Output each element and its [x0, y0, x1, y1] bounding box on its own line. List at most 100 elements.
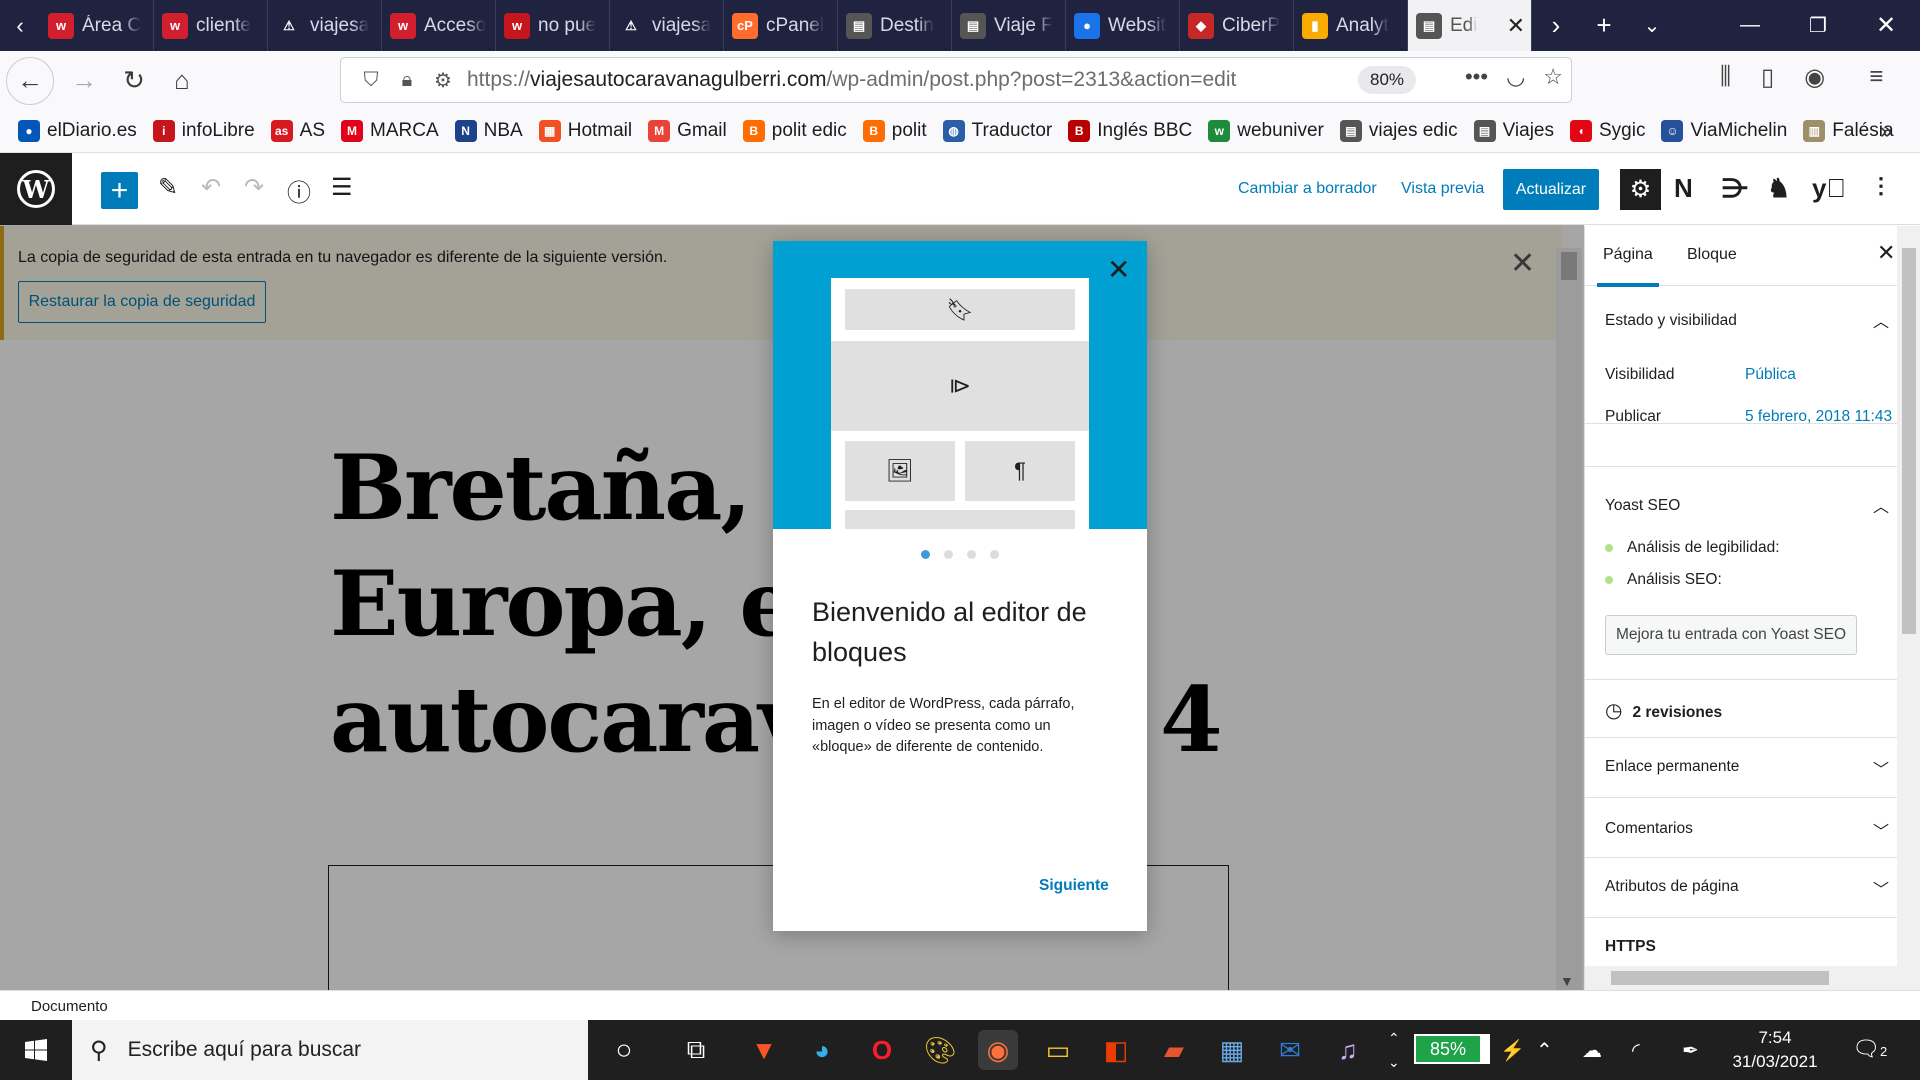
new-tab-icon[interactable]: + — [1580, 0, 1628, 51]
account-icon[interactable]: ◉ — [1804, 63, 1825, 92]
permissions-icon[interactable]: ⚙ — [425, 68, 461, 93]
page-dot[interactable] — [921, 550, 930, 559]
bookmark-item[interactable]: ▦ Hotmail — [538, 120, 632, 142]
browser-tab[interactable]: ▤ Destin — [838, 0, 952, 51]
undo-icon[interactable]: ↶ — [201, 173, 221, 202]
close-tab-icon[interactable]: ✕ — [1507, 13, 1525, 39]
minimize-icon[interactable]: — — [1716, 0, 1784, 51]
details-info-icon[interactable]: ⓘ — [287, 173, 311, 208]
panel-page-attributes[interactable]: Atributos de página ﹀ — [1585, 858, 1897, 918]
plugin-person-icon[interactable]: ♞ — [1767, 173, 1790, 204]
panel-title[interactable]: Yoast SEO — [1605, 497, 1680, 515]
restore-icon[interactable]: ❐ — [1784, 0, 1852, 51]
tab-block[interactable]: Bloque — [1687, 246, 1737, 264]
bookmark-item[interactable]: Bpolit — [862, 120, 927, 142]
more-bookmarks-icon[interactable]: » — [1880, 118, 1892, 144]
zoom-indicator[interactable]: 80% — [1358, 66, 1416, 94]
bookmark-item[interactable]: N NBA — [454, 120, 523, 142]
page-dot[interactable] — [944, 550, 953, 559]
window-close-icon[interactable]: ✕ — [1852, 0, 1920, 51]
sidebar-toggle-icon[interactable]: ▯ — [1761, 63, 1774, 92]
page-actions-icon[interactable]: ••• — [1465, 64, 1488, 90]
update-button[interactable]: Actualizar — [1503, 169, 1599, 210]
tray-overflow-icon[interactable]: ⌃ ⌄ — [1388, 1026, 1400, 1074]
library-icon[interactable]: ⫼ — [1720, 63, 1731, 92]
tab-active[interactable]: ▤ Edi ✕ — [1408, 0, 1532, 51]
tab-list-chevron-icon[interactable]: ⌄ — [1628, 0, 1676, 51]
panel-revisions[interactable]: ◷ 2 revisiones — [1585, 680, 1897, 738]
power-plug-icon[interactable]: ⚡ — [1500, 1038, 1525, 1063]
panel-title[interactable]: Estado y visibilidad — [1605, 312, 1737, 330]
plugin-sliders-icon[interactable]: ⋺ — [1722, 173, 1748, 204]
bookmark-item[interactable]: as AS — [270, 120, 325, 142]
browser-tab[interactable]: w Acceso — [382, 0, 496, 51]
photos-icon[interactable]: ▦ — [1212, 1030, 1252, 1070]
brave-icon[interactable]: ▼ — [744, 1030, 784, 1070]
sidebar-scrollbar[interactable] — [1897, 226, 1920, 990]
menu-icon[interactable]: ≡ — [1869, 63, 1883, 92]
forward-icon[interactable]: → — [60, 57, 108, 105]
bookmark-item[interactable]: M Gmail — [648, 120, 727, 142]
browser-tab[interactable]: w no pue — [496, 0, 610, 51]
preview-button[interactable]: Vista previa — [1401, 180, 1484, 198]
browser-tab[interactable]: ● Websit — [1066, 0, 1180, 51]
pocket-icon[interactable]: ◡ — [1506, 64, 1525, 90]
bookmark-item[interactable]: ● elDiario.es — [18, 120, 137, 142]
panel-permalink[interactable]: Enlace permanente ﹀ — [1585, 738, 1897, 798]
wifi-icon[interactable]: ◜ — [1632, 1038, 1640, 1063]
switch-to-draft-button[interactable]: Cambiar a borrador — [1238, 180, 1377, 198]
close-sidebar-icon[interactable]: ✕ — [1877, 240, 1895, 266]
breadcrumb[interactable]: Documento — [31, 998, 108, 1015]
browser-tab[interactable]: ⚠ viajesa — [268, 0, 382, 51]
next-button[interactable]: Siguiente — [1039, 877, 1109, 895]
cortana-icon[interactable]: ○ — [604, 1030, 644, 1070]
bookmark-item[interactable]: ☺ ViaMichelin — [1661, 120, 1787, 142]
tracking-shield-icon[interactable]: ⛉ — [353, 69, 389, 92]
itunes-icon[interactable]: ♫ — [1328, 1030, 1368, 1070]
bookmark-item[interactable]: ▤ viajes edic — [1339, 120, 1458, 142]
tab-page[interactable]: Página — [1597, 246, 1659, 287]
readability-analysis[interactable]: Análisis de legibilidad: — [1605, 539, 1780, 557]
chevron-up-icon[interactable]: ︿ — [1873, 308, 1889, 332]
yoast-icon[interactable]: y⃞ — [1812, 173, 1846, 204]
tools-pencil-icon[interactable]: ✎ — [158, 173, 178, 202]
clock[interactable]: 7:54 31/03/2021 — [1720, 1026, 1830, 1074]
panel-comments[interactable]: Comentarios ﹀ — [1585, 798, 1897, 858]
battery-indicator[interactable]: 85% — [1414, 1034, 1490, 1064]
app-icon[interactable]: ▰ — [1154, 1030, 1194, 1070]
tab-scroll-right-icon[interactable]: › — [1532, 0, 1580, 51]
office-icon[interactable]: ◧ — [1096, 1030, 1136, 1070]
tab-scroll-left-icon[interactable]: ‹ — [0, 0, 40, 51]
taskbar-search[interactable]: ⚲ Escribe aquí para buscar — [72, 1020, 588, 1080]
firefox-icon[interactable]: ◉ — [978, 1030, 1018, 1070]
task-view-icon[interactable]: ⧉ — [676, 1030, 716, 1070]
url-bar[interactable]: ⛉ 🔒︎ ⚙ https://viajesautocaravanagulberr… — [340, 57, 1572, 103]
browser-tab[interactable]: ▤ Viaje F — [952, 0, 1066, 51]
publish-date[interactable]: 5 febrero, 2018 11:43 — [1745, 408, 1892, 426]
close-modal-icon[interactable]: ✕ — [1107, 253, 1130, 286]
browser-tab[interactable]: cP cPanel — [724, 0, 838, 51]
bookmark-item[interactable]: Bpolit edic — [742, 120, 847, 142]
page-dot[interactable] — [990, 550, 999, 559]
pen-icon[interactable]: ✒ — [1682, 1038, 1699, 1063]
bookmark-item[interactable]: M MARCA — [341, 120, 439, 142]
settings-gear-icon[interactable]: ⚙ — [1620, 169, 1661, 210]
lock-icon[interactable]: 🔒︎ — [389, 69, 425, 92]
sidebar-horizontal-scrollbar[interactable] — [1585, 966, 1897, 990]
bookmark-item[interactable]: ▤ Viajes — [1473, 120, 1554, 142]
file-explorer-icon[interactable]: ▭ — [1038, 1030, 1078, 1070]
more-options-icon[interactable]: ⋮ — [1870, 173, 1892, 199]
bookmark-item[interactable]: ◍ Traductor — [942, 120, 1052, 142]
start-windows-icon[interactable] — [0, 1020, 72, 1080]
bookmark-star-icon[interactable]: ☆ — [1543, 64, 1563, 90]
plugin-n-icon[interactable]: N — [1674, 173, 1693, 204]
mail-icon[interactable]: ✉ — [1270, 1030, 1310, 1070]
reload-icon[interactable]: ↻ — [110, 57, 158, 105]
bookmark-item[interactable]: ◖ Sygic — [1570, 120, 1645, 142]
chevron-up-icon[interactable]: ︿ — [1873, 493, 1889, 517]
browser-tab[interactable]: w Área C — [40, 0, 154, 51]
bookmark-item[interactable]: i infoLibre — [152, 120, 255, 142]
notifications-icon[interactable]: 🗨︎2 — [1852, 1036, 1887, 1062]
onedrive-cloud-icon[interactable]: ☁ — [1582, 1038, 1602, 1063]
list-view-icon[interactable]: ☰ — [331, 173, 353, 202]
